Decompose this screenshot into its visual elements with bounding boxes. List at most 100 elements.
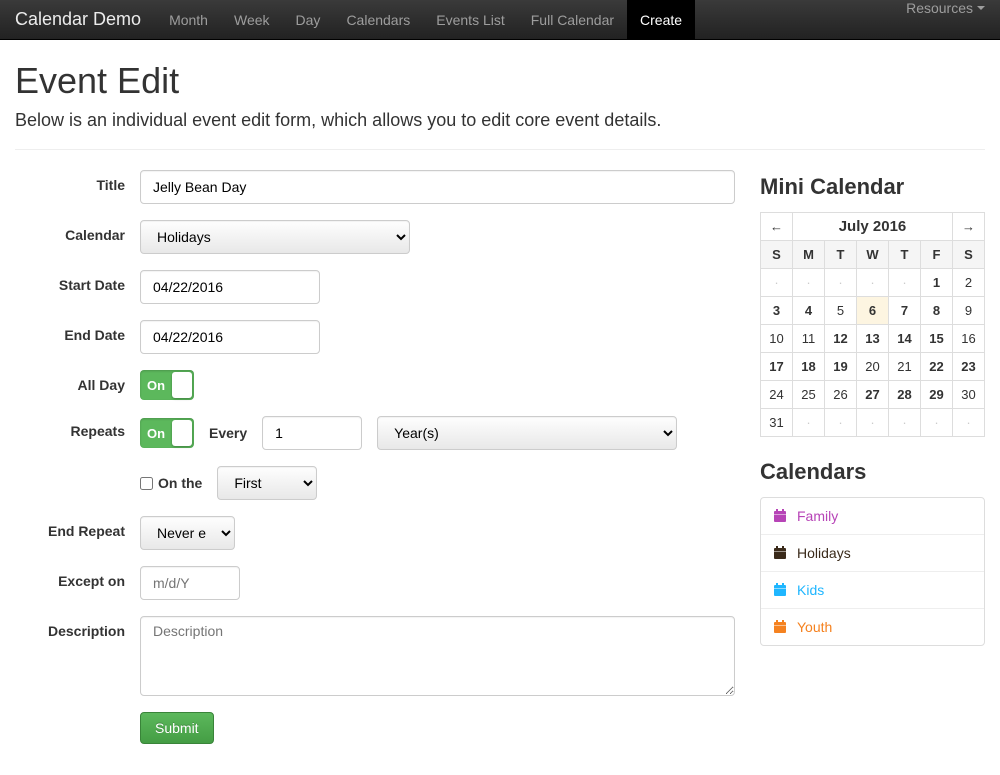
mini-calendar: ← July 2016 → SMTWTFS ·····1234567891011… xyxy=(760,212,985,437)
calendar-day-empty: · xyxy=(825,269,857,297)
calendar-day[interactable]: 2 xyxy=(953,269,985,297)
calendar-day[interactable]: 19 xyxy=(825,353,857,381)
calendar-day[interactable]: 1 xyxy=(921,269,953,297)
toggle-knob xyxy=(172,420,192,446)
on-the-checkbox[interactable] xyxy=(140,477,153,490)
calendar-icon xyxy=(773,509,787,523)
nav-item-day[interactable]: Day xyxy=(283,0,334,39)
calendar-day[interactable]: 27 xyxy=(857,381,889,409)
calendar-day[interactable]: 14 xyxy=(889,325,921,353)
on-the-select[interactable]: First xyxy=(217,466,317,500)
calendar-list-item[interactable]: Kids xyxy=(761,572,984,609)
calendar-day[interactable]: 15 xyxy=(921,325,953,353)
toggle-knob xyxy=(172,372,192,398)
end-repeat-label: End Repeat xyxy=(15,516,140,539)
calendar-select[interactable]: Holidays xyxy=(140,220,410,254)
calendar-day-empty: · xyxy=(825,409,857,437)
calendar-list-item[interactable]: Family xyxy=(761,498,984,535)
divider xyxy=(15,149,985,150)
calendar-list-label: Family xyxy=(797,508,838,524)
calendar-day-empty: · xyxy=(761,269,793,297)
calendar-day[interactable]: 17 xyxy=(761,353,793,381)
next-month-button[interactable]: → xyxy=(953,213,985,241)
except-on-input[interactable] xyxy=(140,566,240,600)
on-the-checkbox-wrap[interactable]: On the xyxy=(140,475,202,491)
calendar-day[interactable]: 20 xyxy=(857,353,889,381)
brand-link[interactable]: Calendar Demo xyxy=(15,0,156,39)
calendar-day[interactable]: 29 xyxy=(921,381,953,409)
nav-right: Resources xyxy=(906,0,985,39)
calendar-day[interactable]: 4 xyxy=(793,297,825,325)
page-lead: Below is an individual event edit form, … xyxy=(15,110,985,131)
repeat-interval-input[interactable] xyxy=(262,416,362,450)
calendar-day-empty: · xyxy=(857,269,889,297)
calendar-day[interactable]: 8 xyxy=(921,297,953,325)
calendar-day[interactable]: 21 xyxy=(889,353,921,381)
calendar-day[interactable]: 10 xyxy=(761,325,793,353)
weekday-header: T xyxy=(889,241,921,269)
calendar-day[interactable]: 25 xyxy=(793,381,825,409)
calendar-day[interactable]: 3 xyxy=(761,297,793,325)
title-input[interactable] xyxy=(140,170,735,204)
calendar-day[interactable]: 7 xyxy=(889,297,921,325)
calendar-day[interactable]: 6 xyxy=(857,297,889,325)
calendar-day[interactable]: 18 xyxy=(793,353,825,381)
mini-calendar-title: July 2016 xyxy=(793,213,953,241)
nav-item-create[interactable]: Create xyxy=(627,0,695,39)
calendar-day[interactable]: 30 xyxy=(953,381,985,409)
repeats-toggle[interactable]: On xyxy=(140,418,194,448)
end-date-input[interactable] xyxy=(140,320,320,354)
calendar-label: Calendar xyxy=(15,220,140,243)
calendar-day-empty: · xyxy=(793,409,825,437)
calendar-day[interactable]: 9 xyxy=(953,297,985,325)
event-edit-form: Title Calendar Holidays Start Date xyxy=(15,170,735,760)
weekday-header: M xyxy=(793,241,825,269)
description-textarea[interactable] xyxy=(140,616,735,696)
calendar-list-label: Kids xyxy=(797,582,824,598)
mini-calendar-heading: Mini Calendar xyxy=(760,174,985,200)
calendar-day[interactable]: 5 xyxy=(825,297,857,325)
calendar-day[interactable]: 28 xyxy=(889,381,921,409)
nav-item-calendars[interactable]: Calendars xyxy=(333,0,423,39)
sidebar: Mini Calendar ← July 2016 → SMTWTFS ····… xyxy=(760,170,985,760)
resources-label: Resources xyxy=(906,0,973,16)
except-on-label: Except on xyxy=(15,566,140,589)
weekday-header: T xyxy=(825,241,857,269)
all-day-label: All Day xyxy=(15,370,140,393)
calendar-icon xyxy=(773,546,787,560)
calendar-day[interactable]: 12 xyxy=(825,325,857,353)
end-repeat-select[interactable]: Never ends xyxy=(140,516,235,550)
calendar-day[interactable]: 13 xyxy=(857,325,889,353)
nav-item-month[interactable]: Month xyxy=(156,0,221,39)
nav-list: MonthWeekDayCalendarsEvents ListFull Cal… xyxy=(156,0,695,39)
nav-item-week[interactable]: Week xyxy=(221,0,283,39)
calendar-day[interactable]: 11 xyxy=(793,325,825,353)
weekday-header: F xyxy=(921,241,953,269)
calendars-list: Family Holidays Kids Youth xyxy=(760,497,985,646)
title-label: Title xyxy=(15,170,140,193)
calendar-list-item[interactable]: Holidays xyxy=(761,535,984,572)
start-date-input[interactable] xyxy=(140,270,320,304)
calendar-day-empty: · xyxy=(921,409,953,437)
calendars-heading: Calendars xyxy=(760,459,985,485)
calendar-day[interactable]: 23 xyxy=(953,353,985,381)
prev-month-button[interactable]: ← xyxy=(761,213,793,241)
calendar-day[interactable]: 24 xyxy=(761,381,793,409)
repeats-label: Repeats xyxy=(15,416,140,439)
calendar-list-item[interactable]: Youth xyxy=(761,609,984,645)
nav-item-events-list[interactable]: Events List xyxy=(423,0,517,39)
calendar-day[interactable]: 31 xyxy=(761,409,793,437)
calendar-day-empty: · xyxy=(953,409,985,437)
resources-dropdown[interactable]: Resources xyxy=(906,0,985,16)
calendar-day[interactable]: 16 xyxy=(953,325,985,353)
calendar-list-label: Youth xyxy=(797,619,832,635)
calendar-list-label: Holidays xyxy=(797,545,851,561)
nav-item-full-calendar[interactable]: Full Calendar xyxy=(518,0,627,39)
submit-button[interactable]: Submit xyxy=(140,712,214,744)
calendar-day[interactable]: 26 xyxy=(825,381,857,409)
weekday-header: S xyxy=(761,241,793,269)
repeat-unit-select[interactable]: Year(s) xyxy=(377,416,677,450)
weekday-header: S xyxy=(953,241,985,269)
all-day-toggle[interactable]: On xyxy=(140,370,194,400)
calendar-day[interactable]: 22 xyxy=(921,353,953,381)
